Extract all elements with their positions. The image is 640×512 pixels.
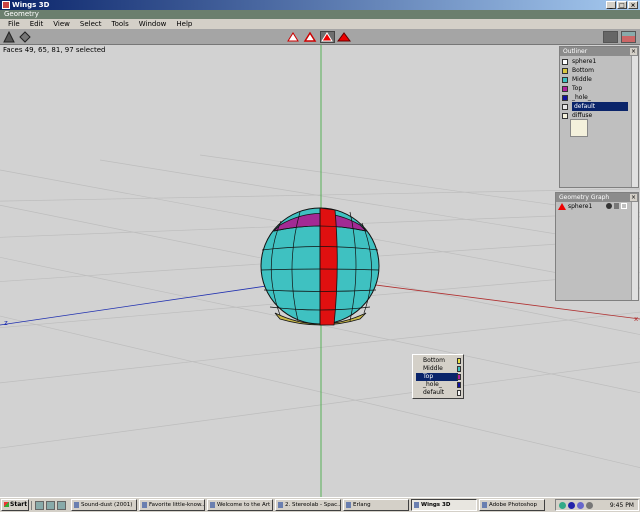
taskbar: Start Sound-dust (2001) Favorite little-… [0,497,640,512]
tray-messenger-icon[interactable] [568,501,575,509]
material-color-swatch [457,366,461,372]
outliner-scrollbar[interactable] [631,56,638,187]
material-icon [562,103,568,110]
start-button[interactable]: Start [1,499,29,511]
menu-file[interactable]: File [3,19,25,29]
tray-security-icon[interactable] [577,501,584,509]
diffuse-texture-preview[interactable] [570,119,588,137]
window-titlebar: Wings 3D _ □ × [0,0,640,10]
taskbar-button-welcome[interactable]: Welcome to the Art ... [207,499,273,511]
menu-help[interactable]: Help [171,19,197,29]
image-icon [562,112,568,119]
minimize-button[interactable]: _ [606,1,616,9]
material-color-swatch [457,374,461,380]
desktop-icon[interactable] [35,500,44,510]
menu-window[interactable]: Window [134,19,172,29]
taskbar-button-stereolab[interactable]: 2. Stereolab - Spac... [275,499,341,511]
material-icon [562,94,568,101]
geometry-graph-scrollbar[interactable] [631,202,638,300]
vertex-mode-icon[interactable] [286,31,301,43]
eye-icon[interactable] [606,203,612,209]
taskbar-button-photoshop[interactable]: Adobe Photoshop [479,499,545,511]
taskbar-button-erlang[interactable]: Erlang [343,499,409,511]
wireframe-icon[interactable] [603,31,618,43]
face-mode-icon[interactable] [320,31,335,43]
popup-item-default[interactable]: default [413,389,463,397]
popup-item-hole[interactable]: _hole_ [413,381,463,389]
geometry-title: Geometry [4,10,39,18]
taskbar-button-wings3d[interactable]: Wings 3D [411,499,477,511]
system-tray: 9:45 PM [555,499,639,511]
menu-view[interactable]: View [48,19,75,29]
graph-item-sphere1[interactable]: sphere1 [556,202,638,211]
material-color-swatch [457,390,461,396]
popup-item-top[interactable]: Top [416,373,461,381]
taskbar-button-sound-dust[interactable]: Sound-dust (2001) [71,499,137,511]
outliner-item-middle[interactable]: Middle [560,75,638,84]
x-axis-label: x [634,315,638,323]
geometry-graph-panel: Geometry Graph × sphere1 [555,192,639,301]
groundplane-icon[interactable] [19,31,31,43]
geometry-window-bar: Geometry [0,10,640,19]
geometry-graph-close-icon[interactable]: × [630,194,637,201]
menu-tools[interactable]: Tools [107,19,134,29]
close-button[interactable]: × [628,1,638,9]
outliner-item-default[interactable]: default [560,102,638,111]
sphere-mesh[interactable] [260,207,380,326]
body-mode-icon[interactable] [337,31,352,43]
taskbar-button-favorite[interactable]: Favorite little-know... [139,499,205,511]
popup-item-bottom[interactable]: Bottom [413,357,463,365]
object-triangle-icon [558,203,566,210]
outliner-item-hole[interactable]: _hole_ [560,93,638,102]
browser-icon[interactable] [46,500,55,510]
object-icon [562,58,568,65]
ground-grid [0,154,640,468]
material-icon [562,67,568,74]
z-axis-label: z [4,319,8,327]
material-icon [562,85,568,92]
scene-canvas: z x [0,45,640,497]
outliner-title: Outliner [563,48,588,55]
geometry-graph-title: Geometry Graph [559,194,610,201]
maximize-button[interactable]: □ [617,1,627,9]
3d-viewport[interactable]: z x Faces 49, 65, 81, 97 selected [0,45,640,497]
outliner-item-top[interactable]: Top [560,84,638,93]
quick-launch [31,500,69,510]
folder-icon[interactable] [57,500,66,510]
smooth-preview-icon[interactable] [621,31,636,43]
tray-volume-icon[interactable] [586,501,593,509]
perspective-icon[interactable] [3,30,15,43]
lock-icon[interactable] [614,203,619,209]
outliner-close-icon[interactable]: × [630,48,637,55]
menu-select[interactable]: Select [75,19,107,29]
material-color-swatch [457,382,461,388]
menu-bar: File Edit View Select Tools Window Help [0,19,640,29]
tray-network-icon[interactable] [559,501,566,509]
outliner-item-sphere1[interactable]: sphere1 [560,57,638,66]
outliner-header[interactable]: Outliner × [560,47,638,56]
outliner-item-bottom[interactable]: Bottom [560,66,638,75]
toolbar [0,29,640,45]
edge-mode-icon[interactable] [303,31,318,43]
material-icon [562,76,568,83]
material-color-swatch [457,358,461,364]
window-controls: _ □ × [606,1,638,9]
window-title: Wings 3D [12,1,50,9]
material-popup-menu: Bottom Middle Top _hole_ default [412,354,464,399]
clock: 9:45 PM [609,501,634,509]
geometry-graph-header[interactable]: Geometry Graph × [556,193,638,202]
wire-icon[interactable] [621,203,627,209]
menu-edit[interactable]: Edit [25,19,49,29]
selection-status: Faces 49, 65, 81, 97 selected [3,46,106,54]
app-icon [2,1,10,9]
outliner-panel: Outliner × sphere1 Bottom Middle Top _ho… [559,46,639,188]
popup-item-middle[interactable]: Middle [413,365,463,373]
